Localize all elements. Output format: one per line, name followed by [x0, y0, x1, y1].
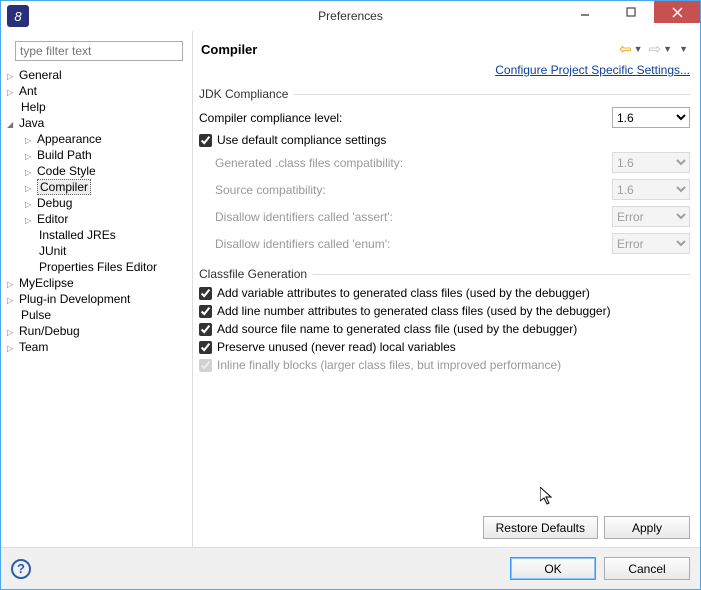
restore-defaults-button[interactable]: Restore Defaults: [483, 516, 598, 539]
source-compat-label: Source compatibility:: [215, 183, 612, 197]
dialog-footer: ? OK Cancel: [1, 547, 700, 589]
preferences-window: 8 Preferences General Ant Help Java Appe…: [0, 0, 701, 590]
main-panel: Compiler ⇦▼ ⇨▼ ▼ Configure Project Speci…: [193, 31, 700, 547]
disallow-assert-label: Disallow identifiers called 'assert':: [215, 210, 612, 224]
apply-button[interactable]: Apply: [604, 516, 690, 539]
generated-class-select: 1.6: [612, 152, 690, 173]
tree-item-appearance[interactable]: Appearance: [39, 131, 186, 147]
use-default-checkbox[interactable]: [199, 134, 212, 147]
cancel-button[interactable]: Cancel: [604, 557, 690, 580]
compliance-level-label: Compiler compliance level:: [199, 111, 612, 125]
cf-line-numbers-label: Add line number attributes to generated …: [217, 304, 611, 318]
use-default-label: Use default compliance settings: [217, 133, 386, 147]
group-classfile-generation: Classfile Generation Add variable attrib…: [199, 267, 690, 374]
maximize-button[interactable]: [608, 1, 654, 23]
tree-item-junit[interactable]: JUnit: [39, 243, 186, 259]
tree-item-run-debug[interactable]: Run/Debug: [21, 323, 186, 339]
close-button[interactable]: [654, 1, 700, 23]
configure-project-link[interactable]: Configure Project Specific Settings...: [495, 63, 690, 77]
cf-inline-finally-label: Inline finally blocks (larger class file…: [217, 358, 561, 372]
nav-forward-button[interactable]: ⇨▼: [648, 39, 676, 59]
cf-preserve-unused-checkbox[interactable]: [199, 341, 212, 354]
tree-item-editor[interactable]: Editor: [39, 211, 186, 227]
tree-item-team[interactable]: Team: [21, 339, 186, 355]
disallow-assert-select: Error: [612, 206, 690, 227]
page-title: Compiler: [201, 42, 257, 57]
tree-item-help[interactable]: Help: [21, 99, 186, 115]
cf-source-name-checkbox[interactable]: [199, 323, 212, 336]
chevron-down-icon: ▼: [661, 44, 674, 54]
tree-item-java[interactable]: Java: [21, 115, 186, 131]
tree-item-plugin-dev[interactable]: Plug-in Development: [21, 291, 186, 307]
tree-item-myeclipse[interactable]: MyEclipse: [21, 275, 186, 291]
disallow-enum-select: Error: [612, 233, 690, 254]
ok-button[interactable]: OK: [510, 557, 596, 580]
sidebar: General Ant Help Java Appearance Build P…: [1, 31, 193, 547]
cf-preserve-unused-label: Preserve unused (never read) local varia…: [217, 340, 456, 354]
nav-back-button[interactable]: ⇦▼: [618, 39, 646, 59]
cf-line-numbers-checkbox[interactable]: [199, 305, 212, 318]
tree-item-ant[interactable]: Ant: [21, 83, 186, 99]
tree-item-installed-jres[interactable]: Installed JREs: [39, 227, 186, 243]
cf-var-attrs-label: Add variable attributes to generated cla…: [217, 286, 590, 300]
tree-item-debug[interactable]: Debug: [39, 195, 186, 211]
tree-item-build-path[interactable]: Build Path: [39, 147, 186, 163]
group-jdk-title: JDK Compliance: [199, 87, 294, 101]
preference-tree: General Ant Help Java Appearance Build P…: [7, 67, 186, 355]
tree-item-general[interactable]: General: [21, 67, 186, 83]
source-compat-select: 1.6: [612, 179, 690, 200]
app-icon: 8: [7, 5, 29, 27]
minimize-button[interactable]: [562, 1, 608, 23]
view-menu-button[interactable]: ▼: [677, 44, 690, 54]
group-classfile-title: Classfile Generation: [199, 267, 313, 281]
tree-item-pulse[interactable]: Pulse: [21, 307, 186, 323]
cf-var-attrs-checkbox[interactable]: [199, 287, 212, 300]
generated-class-label: Generated .class files compatibility:: [215, 156, 612, 170]
tree-item-properties-editor[interactable]: Properties Files Editor: [39, 259, 186, 275]
group-jdk-compliance: JDK Compliance Compiler compliance level…: [199, 87, 690, 257]
disallow-enum-label: Disallow identifiers called 'enum':: [215, 237, 612, 251]
tree-item-compiler[interactable]: Compiler: [39, 179, 186, 195]
tree-item-code-style[interactable]: Code Style: [39, 163, 186, 179]
arrow-right-icon: ⇨: [649, 40, 662, 58]
cf-source-name-label: Add source file name to generated class …: [217, 322, 577, 336]
titlebar: 8 Preferences: [1, 1, 700, 31]
arrow-left-icon: ⇦: [619, 40, 632, 58]
cf-inline-finally-checkbox: [199, 359, 212, 372]
chevron-down-icon: ▼: [632, 44, 645, 54]
compliance-level-select[interactable]: 1.6: [612, 107, 690, 128]
help-icon[interactable]: ?: [11, 559, 31, 579]
filter-input[interactable]: [15, 41, 183, 61]
window-controls: [562, 1, 700, 31]
